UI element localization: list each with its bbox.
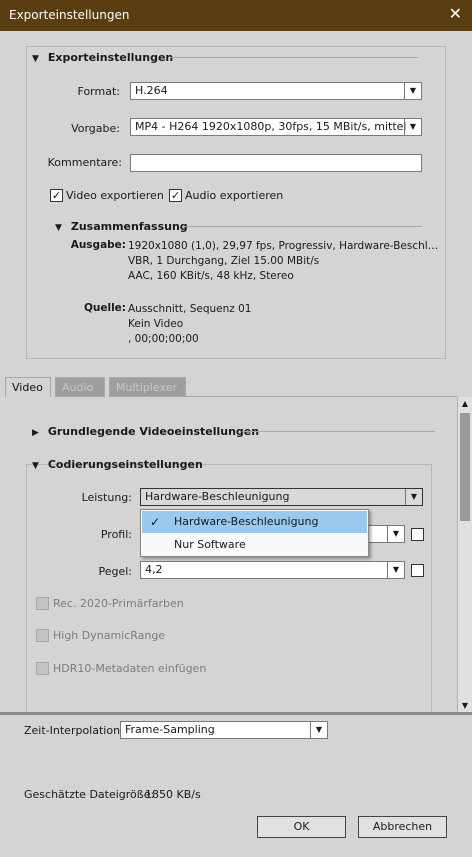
performance-value: Hardware-Beschleunigung [145, 490, 290, 503]
checkmark-icon: ✓ [150, 515, 161, 529]
dropdown-arrow-icon: ▼ [405, 489, 422, 505]
format-label: Format: [77, 85, 120, 98]
scroll-down-icon[interactable]: ▼ [458, 699, 472, 713]
level-dropdown[interactable]: 4,2 ▼ [140, 561, 405, 579]
expanded-triangle-icon: ▼ [55, 223, 62, 233]
summary-header[interactable]: ▼ Zusammenfassung [55, 220, 188, 233]
tab-baseline [186, 396, 457, 397]
cancel-button[interactable]: Abbrechen [358, 816, 447, 838]
preset-dropdown[interactable]: MP4 - H264 1920x1080p, 30fps, 15 MBit/s,… [130, 118, 422, 136]
level-value: 4,2 [145, 563, 163, 576]
window-title: Exporteinstellungen [9, 8, 130, 22]
title-bar: Exporteinstellungen ✕ [0, 0, 472, 31]
level-label: Pegel: [98, 565, 132, 578]
time-interp-value: Frame-Sampling [125, 723, 215, 736]
format-dropdown[interactable]: H.264 ▼ [130, 82, 422, 100]
tab-video[interactable]: Video [5, 377, 51, 397]
preset-value: MP4 - H264 1920x1080p, 30fps, 15 MBit/s,… [135, 120, 407, 133]
close-icon[interactable]: ✕ [449, 5, 462, 23]
source-label: Quelle: [83, 302, 126, 314]
level-checkbox[interactable] [411, 564, 424, 577]
video-scrollbar[interactable]: ▲ ▼ [457, 397, 472, 713]
summary-divider [185, 226, 422, 227]
hdr10-label: HDR10-Metadaten einfügen [53, 662, 207, 675]
time-interp-dropdown[interactable]: Frame-Sampling ▼ [120, 721, 328, 739]
performance-dropdown[interactable]: Hardware-Beschleunigung ▼ [140, 488, 423, 506]
file-size-value: 1850 KB/s [145, 788, 201, 801]
scroll-up-icon[interactable]: ▲ [458, 397, 472, 411]
profile-label: Profil: [100, 528, 132, 541]
tab-multiplexer[interactable]: Multiplexer [109, 377, 186, 397]
rec2020-label: Rec. 2020-Primärfarben [53, 597, 184, 610]
export-audio-checkbox[interactable]: ✓ [169, 189, 182, 202]
basic-video-header[interactable]: ▶ Grundlegende Videoeinstellungen [32, 425, 259, 438]
format-value: H.264 [135, 84, 168, 97]
profile-checkbox[interactable] [411, 528, 424, 541]
source-line: , 00;00;00;00 [128, 333, 199, 345]
basic-divider [242, 431, 435, 432]
source-line: Ausschnitt, Sequenz 01 [128, 303, 252, 315]
file-size-label: Geschätzte Dateigröße: [24, 788, 155, 801]
expanded-triangle-icon: ▼ [32, 461, 39, 471]
tab-audio[interactable]: Audio [55, 377, 105, 397]
menu-item-hardware[interactable]: ✓ Hardware-Beschleunigung [142, 511, 367, 533]
export-settings-header[interactable]: ▼ Exporteinstellungen [32, 51, 173, 64]
dropdown-arrow-icon: ▼ [387, 526, 404, 542]
ok-button[interactable]: OK [257, 816, 346, 838]
encoding-header[interactable]: ▼ Codierungseinstellungen [32, 458, 203, 471]
output-line: AAC, 160 KBit/s, 48 kHz, Stereo [128, 270, 294, 282]
comments-field[interactable] [130, 154, 422, 172]
dropdown-arrow-icon: ▼ [387, 562, 404, 578]
output-label: Ausgabe: [70, 239, 126, 251]
menu-item-label: Hardware-Beschleunigung [174, 515, 319, 528]
dropdown-arrow-icon: ▼ [404, 83, 421, 99]
dropdown-arrow-icon: ▼ [404, 119, 421, 135]
hdr-label: High DynamicRange [53, 629, 166, 642]
export-video-checkbox[interactable]: ✓ [50, 189, 63, 202]
menu-item-software[interactable]: Nur Software [142, 534, 367, 556]
panel-separator [0, 712, 472, 715]
summary-title: Zusammenfassung [70, 220, 188, 233]
scroll-thumb[interactable] [460, 413, 470, 521]
hdr-checkbox[interactable] [36, 629, 49, 642]
preset-label: Vorgabe: [71, 122, 120, 135]
rec2020-checkbox[interactable] [36, 597, 49, 610]
header-divider [170, 57, 418, 58]
encoding-title: Codierungseinstellungen [47, 458, 203, 471]
output-line: VBR, 1 Durchgang, Ziel 15.00 MBit/s [128, 255, 320, 267]
source-line: Kein Video [128, 318, 184, 330]
export-video-label: Video exportieren [66, 189, 164, 202]
performance-label: Leistung: [81, 491, 132, 504]
source-summary: Ausschnitt, Sequenz 01 Kein Video , 00;0… [128, 302, 251, 347]
settings-tabs: Video Audio Multiplexer [0, 377, 472, 397]
comments-label: Kommentare: [47, 156, 122, 169]
performance-popup-menu: ✓ Hardware-Beschleunigung Nur Software [140, 509, 369, 557]
collapsed-triangle-icon: ▶ [32, 428, 39, 438]
hdr10-checkbox[interactable] [36, 662, 49, 675]
menu-item-label: Nur Software [174, 538, 246, 551]
export-audio-label: Audio exportieren [185, 189, 284, 202]
basic-video-title: Grundlegende Videoeinstellungen [47, 425, 260, 438]
export-settings-title: Exporteinstellungen [47, 51, 174, 64]
expanded-triangle-icon: ▼ [32, 54, 39, 64]
dropdown-arrow-icon: ▼ [310, 722, 327, 738]
time-interp-label: Zeit-Interpolation: [24, 724, 124, 737]
output-line: 1920x1080 (1,0), 29,97 fps, Progressiv, … [128, 240, 439, 252]
output-summary: 1920x1080 (1,0), 29,97 fps, Progressiv, … [128, 239, 438, 284]
